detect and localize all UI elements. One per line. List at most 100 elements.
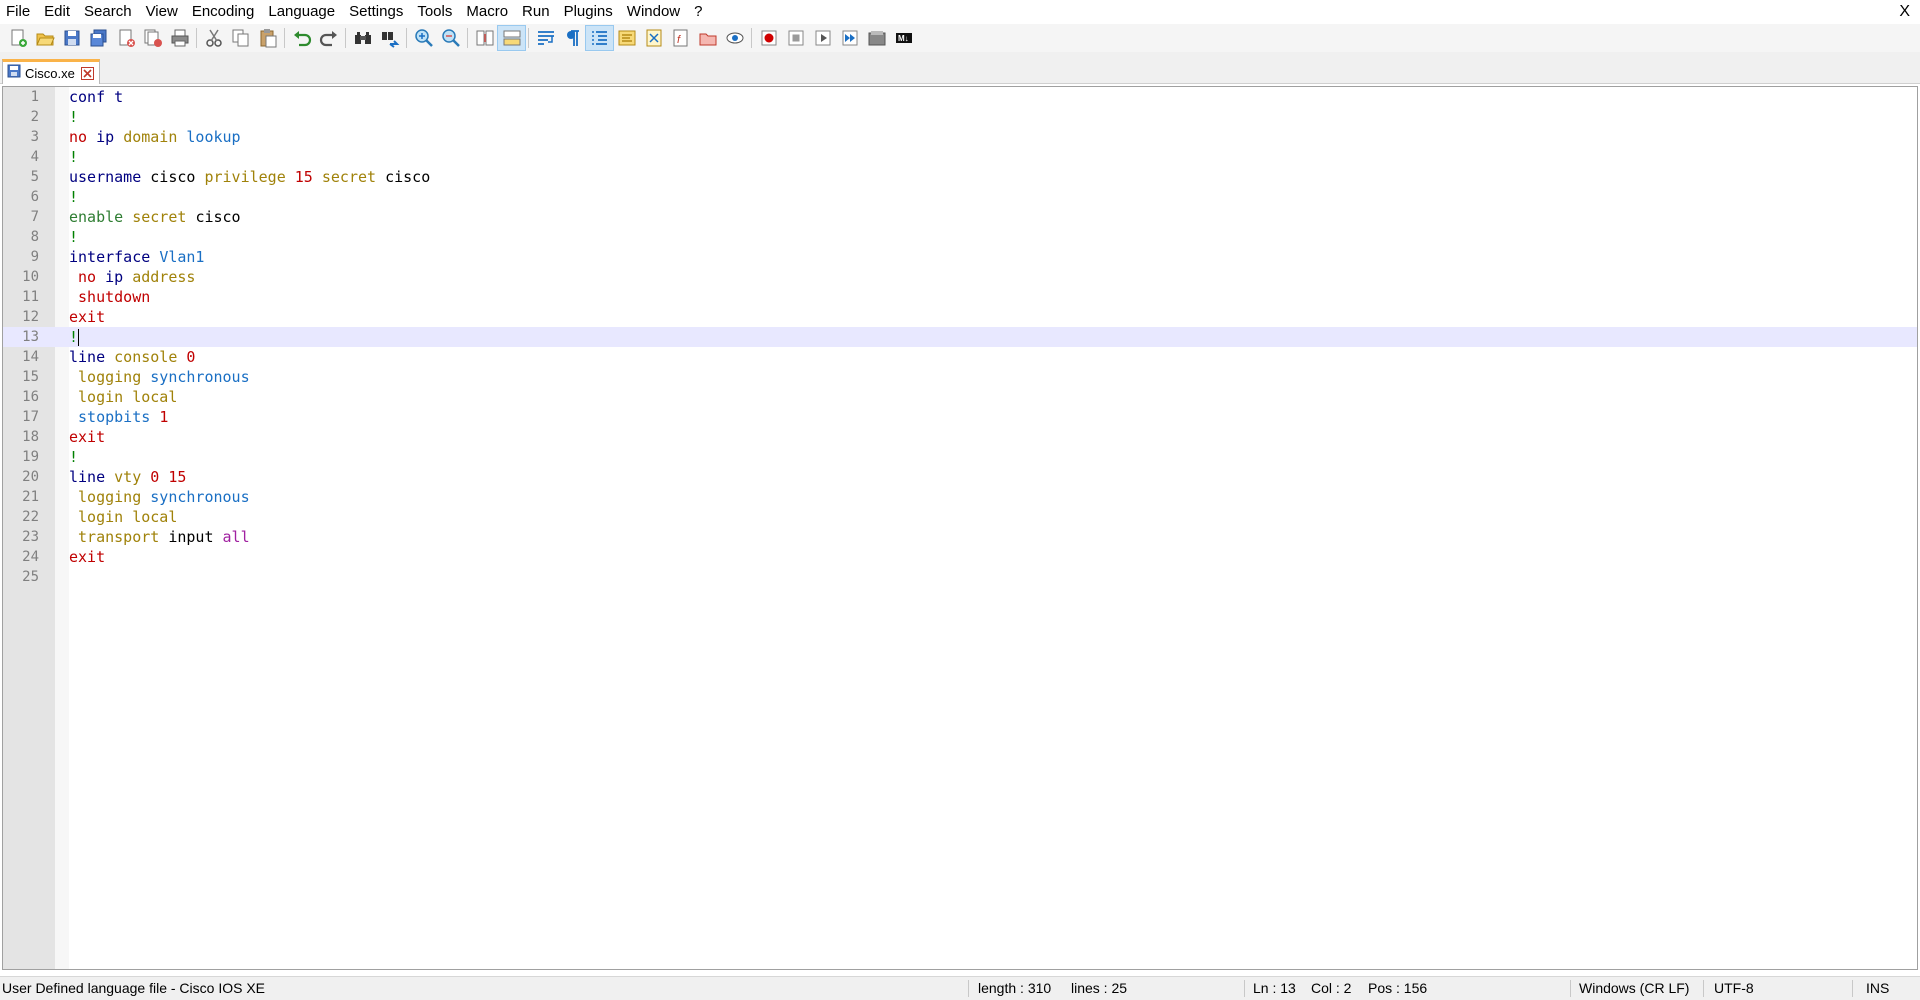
run-macro-multiple-icon[interactable] <box>836 26 863 50</box>
code-line[interactable]: 8! <box>3 227 1917 247</box>
code-line[interactable]: 7 enable secret cisco <box>3 207 1917 227</box>
code-line[interactable]: 11 shutdown <box>3 287 1917 307</box>
code-line[interactable]: 16 login local <box>3 387 1917 407</box>
code-token: ! <box>69 148 79 166</box>
close-button[interactable]: X <box>1899 0 1910 24</box>
code-editor[interactable]: 1 conf t 2! 3 no ip domain lookup 4! 5 username… <box>2 86 1918 970</box>
menu-macro[interactable]: Macro <box>459 0 515 24</box>
code-text: shutdown <box>69 287 150 307</box>
code-token: interface <box>69 248 160 266</box>
undo-icon[interactable] <box>288 26 315 50</box>
close-tab-icon[interactable] <box>80 66 94 80</box>
code-line[interactable]: 4! <box>3 147 1917 167</box>
monitoring-icon[interactable] <box>721 26 748 50</box>
code-line[interactable]: 21 logging synchronous <box>3 487 1917 507</box>
code-token: address <box>132 268 196 286</box>
menu-edit[interactable]: Edit <box>37 0 77 24</box>
menu-encoding[interactable]: Encoding <box>185 0 262 24</box>
line-number: 2 <box>30 109 39 125</box>
code-line[interactable]: 24 exit <box>3 547 1917 567</box>
code-line[interactable]: 23 transport input all <box>3 527 1917 547</box>
code-line[interactable]: 25 <box>3 567 1917 587</box>
save-icon[interactable] <box>58 26 85 50</box>
code-token: transport <box>69 528 169 546</box>
code-token: all <box>222 528 250 546</box>
replace-icon[interactable] <box>376 26 403 50</box>
document-map-icon[interactable] <box>640 26 667 50</box>
code-line[interactable]: 13! <box>3 327 1917 347</box>
zoom-out-icon[interactable] <box>437 26 464 50</box>
record-macro-icon[interactable] <box>755 26 782 50</box>
cut-icon[interactable] <box>200 26 227 50</box>
folder-as-workspace-icon[interactable] <box>694 26 721 50</box>
stop-recording-icon[interactable] <box>782 26 809 50</box>
document-icon <box>7 64 21 83</box>
sync-vertical-icon[interactable] <box>471 26 498 50</box>
code-line[interactable]: 18 exit <box>3 427 1917 447</box>
tab-cisco-xe[interactable]: Cisco.xe <box>2 59 100 84</box>
status-eol: Windows (CR LF) <box>1579 980 1690 996</box>
menu-tools[interactable]: Tools <box>410 0 459 24</box>
code-text: ! <box>69 447 78 467</box>
code-token: ! <box>69 108 79 126</box>
toolbar-separator <box>751 28 752 48</box>
menu-search[interactable]: Search <box>77 0 139 24</box>
close-icon[interactable] <box>112 26 139 50</box>
line-number: 15 <box>22 369 39 385</box>
toolbar-separator <box>345 28 346 48</box>
menu-view[interactable]: View <box>139 0 185 24</box>
code-text: stopbits 1 <box>69 407 168 427</box>
status-col: Col : 2 <box>1311 980 1352 996</box>
code-line[interactable]: 15 logging synchronous <box>3 367 1917 387</box>
menu-plugins[interactable]: Plugins <box>557 0 620 24</box>
code-line[interactable]: 14 line console 0 <box>3 347 1917 367</box>
toolbar-separator <box>196 28 197 48</box>
code-token: ip <box>96 128 124 146</box>
copy-icon[interactable] <box>227 26 254 50</box>
code-line[interactable]: 9 interface Vlan1 <box>3 247 1917 267</box>
show-all-characters-icon[interactable] <box>559 26 586 50</box>
close-all-icon[interactable] <box>139 26 166 50</box>
new-file-icon[interactable] <box>4 26 31 50</box>
find-icon[interactable] <box>349 26 376 50</box>
save-macro-icon[interactable] <box>863 26 890 50</box>
paste-icon[interactable] <box>254 26 281 50</box>
indent-guide-icon[interactable] <box>585 25 614 51</box>
menu-run[interactable]: Run <box>515 0 557 24</box>
menu-window[interactable]: Window <box>620 0 687 24</box>
code-line[interactable]: 5 username cisco privilege 15 secret cisc… <box>3 167 1917 187</box>
zoom-in-icon[interactable] <box>410 26 437 50</box>
line-number: 8 <box>30 229 39 245</box>
code-line[interactable]: 10 no ip address <box>3 267 1917 287</box>
code-text: ! <box>69 327 80 347</box>
open-file-icon[interactable] <box>31 26 58 50</box>
word-wrap-icon[interactable] <box>532 26 559 50</box>
menu-help[interactable]: ? <box>687 0 709 24</box>
code-line[interactable]: 3 no ip domain lookup <box>3 127 1917 147</box>
menu-language[interactable]: Language <box>261 0 342 24</box>
user-defined-language-icon[interactable] <box>613 26 640 50</box>
menu-settings[interactable]: Settings <box>342 0 410 24</box>
status-length: length : 310 <box>978 980 1052 996</box>
code-token: no <box>69 268 106 286</box>
save-all-icon[interactable] <box>85 26 112 50</box>
markdown-icon[interactable]: M↓ <box>890 26 917 50</box>
code-line[interactable]: 22 login local <box>3 507 1917 527</box>
sync-horizontal-icon[interactable] <box>497 25 526 51</box>
print-icon[interactable] <box>166 26 193 50</box>
function-list-icon[interactable]: f <box>667 26 694 50</box>
line-number: 25 <box>22 569 39 585</box>
redo-icon[interactable] <box>315 26 342 50</box>
code-line[interactable]: 6! <box>3 187 1917 207</box>
menu-file[interactable]: File <box>0 0 37 24</box>
code-line[interactable]: 17 stopbits 1 <box>3 407 1917 427</box>
playback-macro-icon[interactable] <box>809 26 836 50</box>
code-token: secret <box>132 208 196 226</box>
code-line[interactable]: 20 line vty 0 15 <box>3 467 1917 487</box>
code-line[interactable]: 1 conf t <box>3 87 1917 107</box>
code-line[interactable]: 2! <box>3 107 1917 127</box>
code-line[interactable]: 19! <box>3 447 1917 467</box>
code-text: ! <box>69 187 78 207</box>
code-line[interactable]: 12 exit <box>3 307 1917 327</box>
line-number: 16 <box>22 389 39 405</box>
